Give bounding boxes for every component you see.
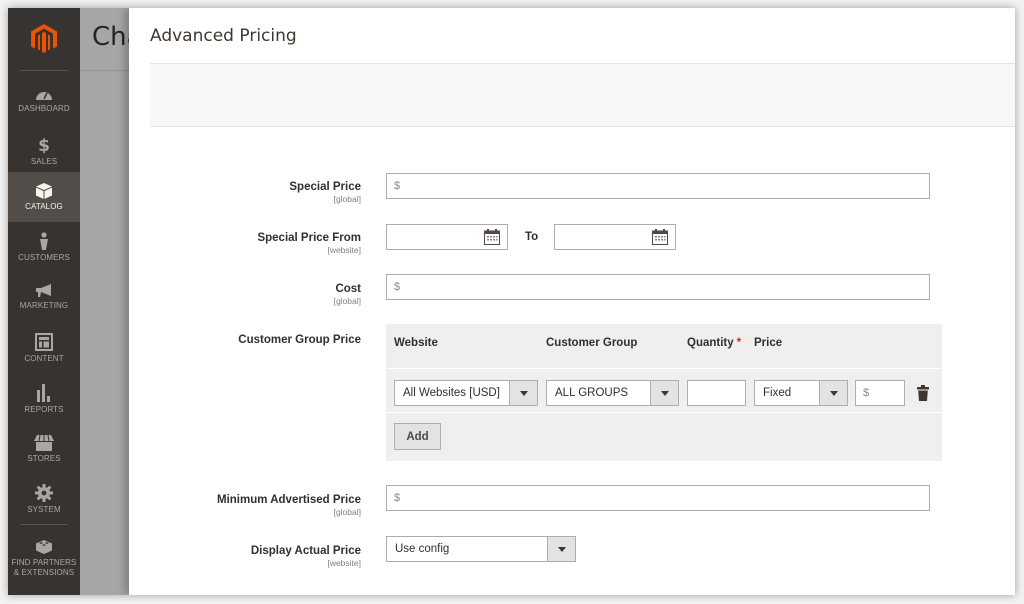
- customer-group-price-label: Customer Group Price: [238, 334, 361, 346]
- special-price-to-date-input[interactable]: [554, 224, 676, 250]
- sidebar-item-catalog[interactable]: Catalog: [8, 172, 80, 222]
- column-header-price: Price: [754, 337, 783, 349]
- dashboard-icon: [36, 91, 52, 100]
- svg-text:$: $: [38, 136, 50, 154]
- quantity-input[interactable]: [687, 380, 746, 406]
- sidebar-item-marketing[interactable]: Marketing: [8, 272, 80, 322]
- scope-label: [global]: [333, 194, 361, 204]
- storefront-icon: [34, 434, 54, 451]
- modal-title: Advanced Pricing: [150, 26, 297, 46]
- price-input[interactable]: $: [855, 380, 905, 406]
- trash-icon[interactable]: [917, 385, 929, 401]
- price-type-select[interactable]: Fixed: [754, 380, 848, 406]
- bar-chart-icon: [37, 383, 50, 402]
- row-divider: [386, 368, 942, 369]
- sidebar-item-system[interactable]: System: [8, 474, 80, 524]
- magento-logo-icon: [31, 24, 57, 53]
- sidebar-item-label: Sales: [30, 156, 58, 166]
- display-actual-price-select[interactable]: Use config: [386, 536, 576, 562]
- currency-symbol: $: [863, 387, 870, 399]
- sidebar-item-find-partners[interactable]: Find Partners & Extensions: [8, 530, 80, 586]
- person-icon: [40, 231, 48, 250]
- currency-symbol: $: [394, 492, 401, 504]
- sidebar-item-reports[interactable]: Reports: [8, 374, 80, 424]
- special-price-from-label: Special Price From [website]: [201, 231, 361, 255]
- scope-label: [global]: [333, 296, 361, 306]
- column-header-website: Website: [394, 337, 438, 349]
- sidebar-item-sales[interactable]: $ Sales: [8, 126, 80, 176]
- modal-header-band: [150, 63, 1015, 127]
- column-header-customer-group: Customer Group: [546, 337, 638, 349]
- sidebar-divider: [20, 70, 68, 71]
- dropdown-arrow: [547, 537, 575, 561]
- chevron-down-icon: [557, 546, 566, 552]
- sidebar-item-customers[interactable]: Customers: [8, 222, 80, 272]
- currency-symbol: $: [394, 180, 401, 192]
- calendar-icon[interactable]: [484, 229, 500, 245]
- dollar-icon: $: [38, 136, 50, 154]
- chevron-down-icon: [519, 390, 528, 396]
- special-price-from-date-input[interactable]: [386, 224, 508, 250]
- dropdown-arrow: [509, 381, 537, 405]
- sidebar-item-label: Dashboard: [18, 103, 70, 113]
- layout-icon: [35, 332, 53, 351]
- sidebar-item-label: Find Partners & Extensions: [11, 557, 77, 577]
- scope-label: [website]: [327, 558, 361, 568]
- currency-symbol: $: [394, 281, 401, 293]
- customer-group-price-table: Website Customer Group Quantity * Price A…: [386, 324, 942, 461]
- cost-label: Cost [global]: [201, 282, 361, 306]
- sidebar-item-dashboard[interactable]: Dashboard: [8, 76, 80, 126]
- display-actual-price-label: Display Actual Price [website]: [201, 544, 361, 568]
- admin-window: Dashboard $ Sales Catalog Customers Mark…: [8, 8, 1015, 595]
- advanced-pricing-modal: Advanced Pricing Special Price [global] …: [129, 8, 1015, 595]
- date-range-to-label: To: [525, 231, 539, 243]
- sidebar-item-content[interactable]: Content: [8, 323, 80, 373]
- customer-group-select[interactable]: ALL GROUPS: [546, 380, 679, 406]
- box-icon: [36, 182, 52, 199]
- blocks-icon: [36, 539, 52, 554]
- scope-label: [global]: [333, 507, 361, 517]
- special-price-label: Special Price [global]: [201, 180, 361, 204]
- special-price-input[interactable]: $: [386, 173, 930, 199]
- column-header-quantity: Quantity *: [687, 337, 742, 349]
- megaphone-icon: [36, 283, 51, 297]
- sidebar-item-label: Marketing: [19, 300, 69, 310]
- sidebar-item-stores[interactable]: Stores: [8, 424, 80, 474]
- minimum-advertised-price-label: Minimum Advertised Price [global]: [201, 493, 361, 517]
- dropdown-arrow: [819, 381, 847, 405]
- sidebar-item-label: Stores: [27, 453, 61, 463]
- magento-logo[interactable]: [8, 8, 80, 70]
- minimum-advertised-price-input[interactable]: $: [386, 485, 930, 511]
- dropdown-arrow: [650, 381, 678, 405]
- scope-label: [website]: [327, 245, 361, 255]
- website-select[interactable]: All Websites [USD]: [394, 380, 538, 406]
- calendar-icon[interactable]: [652, 229, 668, 245]
- sidebar-item-label: Customers: [18, 252, 70, 262]
- sidebar-item-label: Content: [24, 353, 64, 363]
- add-row-button[interactable]: Add: [394, 423, 441, 450]
- row-divider: [386, 412, 942, 413]
- sidebar-item-label: Catalog: [25, 201, 63, 211]
- sidebar-item-label: Reports: [24, 404, 64, 414]
- sidebar-item-label: System: [27, 504, 61, 514]
- required-asterisk: *: [736, 337, 742, 349]
- chevron-down-icon: [829, 390, 838, 396]
- sidebar-divider: [20, 524, 68, 525]
- admin-sidebar: Dashboard $ Sales Catalog Customers Mark…: [8, 8, 80, 595]
- gear-icon: [35, 483, 53, 502]
- chevron-down-icon: [660, 390, 669, 396]
- cost-input[interactable]: $: [386, 274, 930, 300]
